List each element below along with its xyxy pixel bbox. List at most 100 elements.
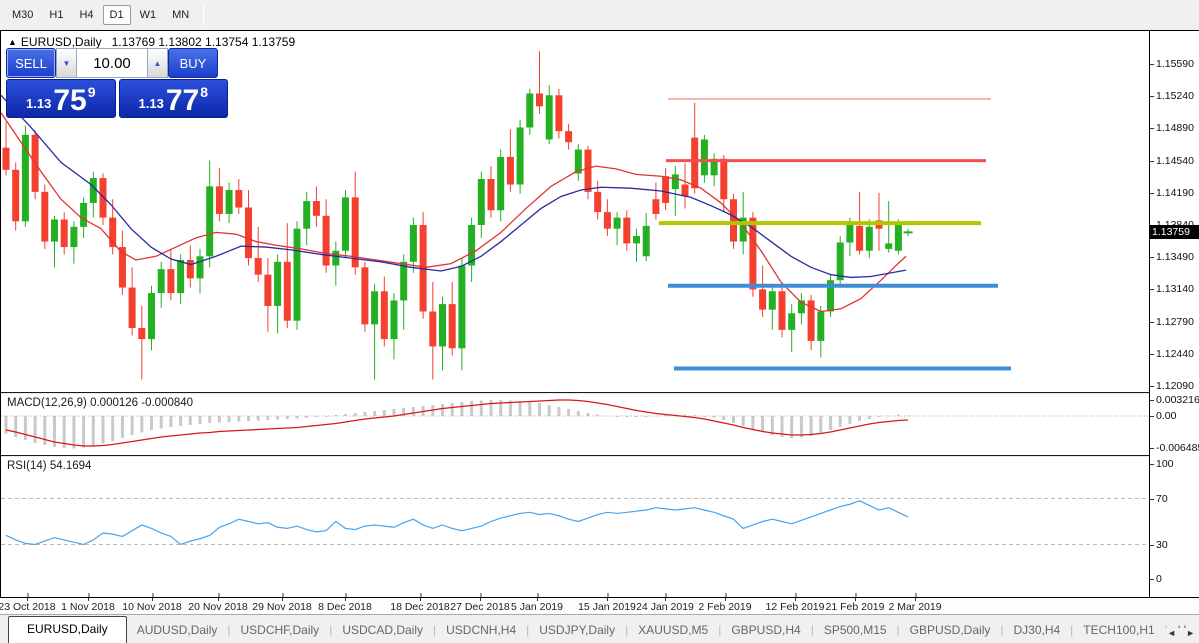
macd-signal-value: -0.000840 [141,397,194,409]
tab-usdcnh-h4[interactable]: USDCNH,H4 [436,618,526,643]
timeframe-w1[interactable]: W1 [133,5,164,25]
scale-tick-label: 1.12440 [1156,347,1194,360]
scale-tick-label: 1.14190 [1156,186,1194,199]
scale-tick-dash [1150,289,1154,291]
scale-tick-label: 30 [1156,538,1168,551]
date-label: 10 Nov 2018 [122,601,182,613]
scale-tick-label: 1.13490 [1156,251,1194,264]
rsi-label: RSI(14) 54.1694 [7,460,91,472]
tab-xauusd-m5[interactable]: XAUUSD,M5 [628,618,718,643]
rsi-value: 54.1694 [49,460,92,472]
scale-tick-dash [1150,464,1154,465]
scale-tick-label: -0.006485 [1156,442,1199,455]
chart-symbol: EURUSD,Daily [20,35,102,49]
macd-label: MACD(12,26,9) 0.000126 -0.000840 [7,397,193,409]
volume-increase-button[interactable]: ▲ [147,48,168,78]
date-label: 1 Nov 2018 [61,601,115,613]
scale-tick-label: 100 [1156,458,1174,470]
date-label: 18 Dec 2018 [390,601,450,613]
tab-usdchf-daily[interactable]: USDCHF,Daily [231,618,330,643]
volume-decrease-button[interactable]: ▼ [56,48,77,78]
scale-tick-dash [1150,353,1154,355]
ask-price-panel[interactable]: 1.13 77 8 [118,79,228,118]
scale-tick-dash [1150,321,1154,323]
scale-tick-dash [1150,544,1154,546]
volume-input[interactable] [77,48,147,78]
scale-tick-dash [1150,416,1154,417]
timeframe-h4[interactable]: H4 [72,5,100,25]
date-label: 24 Jan 2019 [636,601,694,613]
date-label: 2 Feb 2019 [698,601,752,613]
rsi-name: RSI(14) [7,460,47,472]
bid-pip-digit: 9 [87,84,96,100]
chart-tab-bar: EURUSD,Daily AUDUSD,Daily | USDCHF,Daily | US… [0,614,1199,643]
ask-big-digits: 77 [165,84,200,117]
date-label: 5 Jan 2019 [511,601,563,613]
date-label: 27 Dec 2018 [450,601,510,613]
tab-gbpusd-daily[interactable]: GBPUSD,Daily [900,618,1001,643]
scale-tick-label: 1.12790 [1156,315,1194,328]
one-click-trade-widget: SELL ▼ ▲ BUY 1.13 75 9 1.13 77 8 [6,48,228,118]
sell-button[interactable]: SELL [6,48,56,78]
tab-scroll-left-icon[interactable]: ◄ [1167,628,1176,638]
scale-tick-label: 1.12090 [1156,380,1194,392]
date-axis[interactable]: 23 Oct 2018 1 Nov 2018 10 Nov 2018 20 Nov 2… [0,597,1199,614]
current-price-label: 1.13759 [1150,225,1199,240]
date-label: 2 Mar 2019 [888,601,942,613]
tab-usdcad-daily[interactable]: USDCAD,Daily [332,618,433,643]
timeframe-m30[interactable]: M30 [5,5,40,25]
scale-tick-label: 70 [1156,492,1168,505]
tab-eurusd-daily[interactable]: EURUSD,Daily [8,616,127,643]
date-label: 23 Oct 2018 [0,601,56,613]
ask-pip-digit: 8 [200,84,208,100]
date-label: 12 Feb 2019 [765,601,825,613]
tab-audusd-daily[interactable]: AUDUSD,Daily [127,618,228,643]
bid-big-digits: 75 [53,84,87,117]
scale-tick-label: 1.14540 [1156,154,1194,167]
timeframe-h1[interactable]: H1 [42,5,70,25]
macd-value: 0.000126 [90,397,139,409]
scale-tick-label: 0 [1156,573,1162,585]
date-label: 21 Feb 2019 [825,601,885,613]
scale-tick-dash [1150,160,1154,162]
toolbar-separator [203,4,205,26]
scale-tick-label: 1.13140 [1156,283,1194,296]
date-label: 29 Nov 2018 [252,601,312,613]
date-label: 15 Jan 2019 [578,601,636,613]
scale-tick-dash [1150,64,1154,65]
scale-tick-dash [1150,448,1154,450]
mt4-window: M30 H1 H4 D1 W1 MN MACD(12,26,9) 0.000126 -0.… [0,0,1199,643]
bid-prefix: 1.13 [26,96,52,111]
tab-usdjpy-daily[interactable]: USDJPY,Daily [529,618,625,643]
scale-tick-dash [1150,257,1154,259]
scale-tick-dash [1150,96,1154,98]
tab-scroll-right-icon[interactable]: ► [1186,628,1195,638]
timeframe-d1[interactable]: D1 [102,5,131,25]
buy-button[interactable]: BUY [168,48,218,78]
scale-tick-dash [1150,579,1154,580]
chart-window: MACD(12,26,9) 0.000126 -0.000840 RSI(14)… [0,30,1199,598]
scale-tick-label: 1.14890 [1156,122,1194,135]
scale-tick-dash [1150,192,1154,194]
date-label: 20 Nov 2018 [188,601,248,613]
rsi-indicator-chart[interactable] [1,457,1149,598]
scale-tick-label: 1.15240 [1156,90,1194,103]
bid-price-panel[interactable]: 1.13 75 9 [6,79,116,118]
scale-tick-dash [1150,399,1154,401]
scale-tick-dash [1150,498,1154,500]
tab-sp500-m15[interactable]: SP500,M15 [814,618,897,643]
tab-tech100-h1[interactable]: TECH100,H1 [1073,618,1164,643]
timeframe-toolbar: M30 H1 H4 D1 W1 MN [0,0,1199,30]
ask-prefix: 1.13 [138,96,164,111]
price-scale[interactable]: 1.155901.152401.148901.145401.141901.138… [1150,31,1199,598]
tab-gbpusd-h4[interactable]: GBPUSD,H4 [721,618,810,643]
scale-tick-label: 1.15590 [1156,58,1194,70]
scale-tick-label: 0.00 [1156,410,1177,422]
chart-ohlc-values: 1.13769 1.13802 1.13754 1.13759 [111,35,296,49]
scale-tick-dash [1150,386,1154,387]
collapse-triangle-icon[interactable]: ▲ [8,37,17,47]
tab-dj30-h4[interactable]: DJ30,H4 [1003,618,1070,643]
chart-title: ▲ EURUSD,Daily 1.13769 1.13802 1.13754 1.1… [8,35,295,49]
date-label: 8 Dec 2018 [318,601,372,613]
timeframe-mn[interactable]: MN [165,5,196,25]
